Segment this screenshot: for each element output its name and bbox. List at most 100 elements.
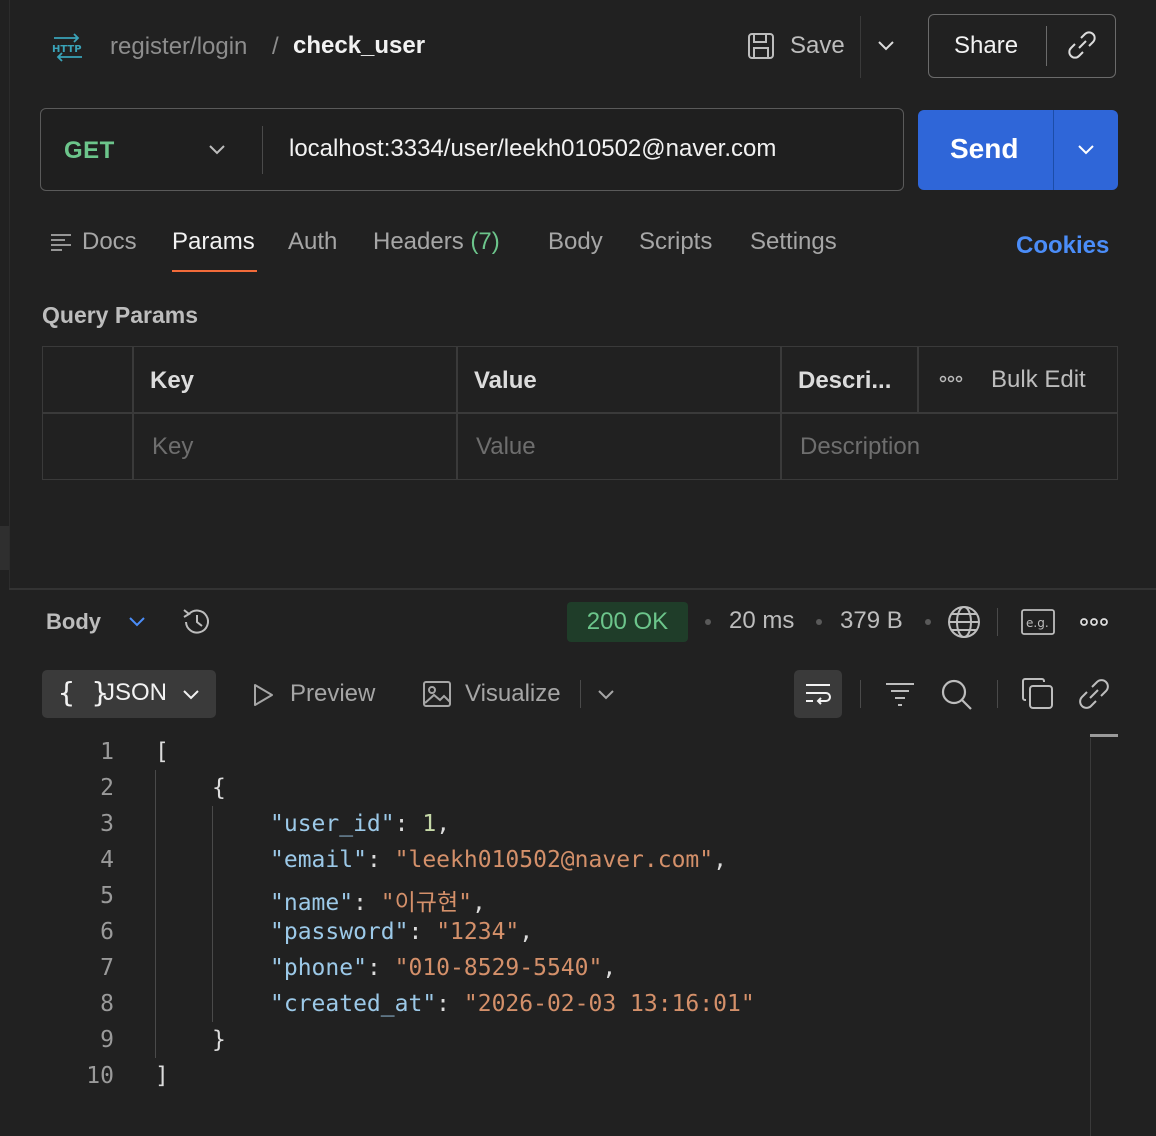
tab-settings[interactable]: Settings bbox=[750, 228, 837, 256]
copy-icon[interactable] bbox=[1020, 676, 1056, 712]
breadcrumb-parent[interactable]: register/login bbox=[110, 33, 247, 61]
json-line: "phone": "010-8529-5540", bbox=[270, 955, 617, 981]
json-line: "password": "1234", bbox=[270, 919, 534, 945]
line-number: 9 bbox=[100, 1027, 114, 1053]
line-number: 4 bbox=[100, 847, 114, 873]
toolbar-separator bbox=[997, 680, 998, 708]
column-header-key: Key bbox=[150, 367, 195, 394]
copy-link-icon[interactable] bbox=[1066, 28, 1098, 62]
url-divider bbox=[262, 126, 263, 174]
search-icon[interactable] bbox=[938, 676, 974, 712]
globe-icon[interactable] bbox=[946, 604, 982, 640]
tab-headers[interactable]: Headers (7) bbox=[373, 228, 500, 256]
request-title[interactable]: check_user bbox=[293, 32, 425, 60]
column-divider bbox=[132, 346, 134, 480]
tab-params[interactable]: Params bbox=[172, 228, 255, 256]
response-divider[interactable] bbox=[9, 588, 1156, 590]
column-divider bbox=[780, 346, 782, 480]
save-icon bbox=[748, 33, 774, 59]
image-icon[interactable] bbox=[422, 679, 452, 709]
cookies-link[interactable]: Cookies bbox=[1016, 232, 1109, 260]
json-key: "created_at" bbox=[270, 991, 437, 1017]
description-input[interactable]: Description bbox=[800, 433, 920, 461]
column-header-value: Value bbox=[474, 367, 537, 394]
json-key: "password" bbox=[270, 919, 409, 945]
json-comma: , bbox=[471, 890, 486, 916]
send-label[interactable]: Send bbox=[950, 133, 1018, 165]
svg-text:e.g.: e.g. bbox=[1026, 616, 1049, 630]
method-select[interactable]: GET bbox=[64, 137, 115, 165]
status-badge[interactable]: 200 OK bbox=[567, 602, 688, 642]
separator-dot bbox=[705, 619, 711, 625]
line-number: 2 bbox=[100, 775, 114, 801]
tab-scripts[interactable]: Scripts bbox=[639, 228, 712, 256]
examples-icon[interactable]: e.g. bbox=[1020, 608, 1056, 636]
column-divider bbox=[456, 346, 458, 480]
line-number: 7 bbox=[100, 955, 114, 981]
chevron-down-icon[interactable] bbox=[180, 685, 202, 705]
json-value: "leekh010502@naver.com" bbox=[394, 847, 714, 873]
send-divider bbox=[1053, 110, 1054, 190]
visualize-button[interactable]: Visualize bbox=[465, 680, 561, 708]
url-input[interactable]: localhost:3334/user/leekh010502@naver.co… bbox=[289, 135, 776, 163]
response-time[interactable]: 20 ms bbox=[729, 607, 794, 635]
breadcrumb-separator: / bbox=[272, 33, 279, 60]
separator-dot bbox=[816, 619, 822, 625]
tab-headers-label: Headers bbox=[373, 228, 464, 255]
json-value: "1234" bbox=[436, 919, 520, 945]
history-icon[interactable] bbox=[180, 605, 214, 639]
preview-button[interactable]: Preview bbox=[290, 680, 375, 708]
key-input[interactable]: Key bbox=[152, 433, 193, 461]
chevron-down-icon[interactable] bbox=[595, 685, 617, 705]
query-params-title: Query Params bbox=[42, 302, 198, 328]
sidebar-collapse-handle[interactable] bbox=[0, 526, 9, 570]
json-braces-icon: { } bbox=[58, 676, 109, 709]
column-divider bbox=[917, 346, 919, 412]
json-line: "email": "leekh010502@naver.com", bbox=[270, 847, 727, 873]
chevron-down-icon[interactable] bbox=[206, 140, 228, 160]
svg-text:HTTP: HTTP bbox=[52, 44, 82, 55]
line-number: 8 bbox=[100, 991, 114, 1017]
json-value: "이규현" bbox=[380, 890, 472, 916]
response-size[interactable]: 379 B bbox=[840, 607, 903, 635]
json-comma: , bbox=[519, 919, 534, 945]
json-key: "name" bbox=[270, 890, 354, 916]
more-options-icon[interactable] bbox=[1078, 615, 1110, 629]
tab-docs[interactable]: Docs bbox=[82, 228, 137, 256]
tab-auth[interactable]: Auth bbox=[288, 228, 337, 256]
format-label[interactable]: JSON bbox=[103, 679, 167, 707]
indent-guide bbox=[212, 806, 213, 1022]
filter-icon[interactable] bbox=[884, 680, 916, 708]
headers-count-badge: (7) bbox=[470, 228, 500, 255]
save-divider bbox=[860, 16, 861, 78]
response-body-label[interactable]: Body bbox=[46, 609, 101, 635]
play-icon[interactable] bbox=[250, 682, 276, 708]
json-value: "010-8529-5540" bbox=[394, 955, 603, 981]
chevron-down-icon[interactable] bbox=[1075, 140, 1097, 160]
share-label[interactable]: Share bbox=[954, 32, 1018, 60]
json-comma: , bbox=[602, 955, 617, 981]
bulk-edit-button[interactable]: Bulk Edit bbox=[991, 366, 1086, 394]
scrollbar-track[interactable] bbox=[1090, 738, 1091, 1136]
json-key: "email" bbox=[270, 847, 367, 873]
save-button[interactable]: Save bbox=[746, 28, 845, 64]
chevron-down-icon[interactable] bbox=[126, 612, 148, 632]
toolbar-separator bbox=[997, 608, 998, 636]
http-request-icon: HTTP bbox=[52, 33, 82, 62]
link-icon[interactable] bbox=[1076, 676, 1112, 712]
chevron-down-icon[interactable] bbox=[876, 36, 896, 56]
json-value: 1 bbox=[422, 811, 437, 837]
json-line: "name": "이규현", bbox=[270, 890, 486, 916]
toolbar-separator bbox=[580, 680, 581, 708]
json-key: "phone" bbox=[270, 955, 367, 981]
share-divider bbox=[1046, 26, 1047, 66]
docs-icon bbox=[51, 234, 71, 251]
line-number: 10 bbox=[86, 1063, 114, 1089]
value-input[interactable]: Value bbox=[476, 433, 536, 461]
scrollbar-thumb[interactable] bbox=[1090, 734, 1118, 737]
table-header-divider bbox=[42, 412, 1118, 414]
line-number: 6 bbox=[100, 919, 114, 945]
save-label: Save bbox=[790, 32, 845, 59]
more-icon[interactable] bbox=[938, 372, 964, 386]
tab-body[interactable]: Body bbox=[548, 228, 603, 256]
